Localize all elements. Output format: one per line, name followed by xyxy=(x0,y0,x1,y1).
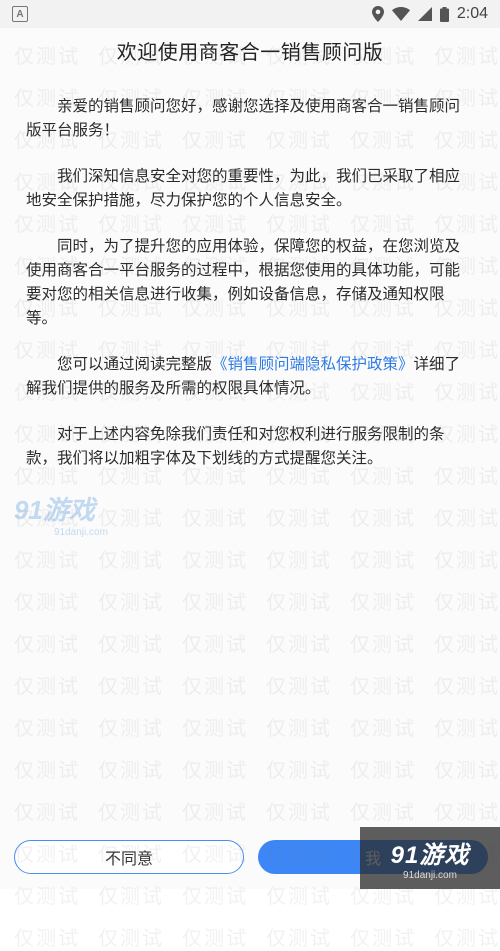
location-icon xyxy=(371,6,384,22)
agree-button[interactable]: 我 xyxy=(258,840,488,874)
watermark-text: 仅测试 xyxy=(266,926,332,950)
watermark-text: 仅测试 xyxy=(98,926,164,950)
notification-icon: A xyxy=(12,6,28,22)
privacy-dialog: 欢迎使用商客合一销售顾问版 亲爱的销售顾问您好，感谢您选择及使用商客合一销售顾问… xyxy=(0,28,500,889)
wifi-icon xyxy=(391,7,410,21)
privacy-policy-link[interactable]: 《销售顾问端隐私保护政策》 xyxy=(212,355,414,373)
clock-time: 2:04 xyxy=(456,5,488,22)
dialog-content[interactable]: 亲爱的销售顾问您好，感谢您选择及使用商客合一销售顾问版平台服务！ 我们深知信息安… xyxy=(26,94,474,492)
paragraph-security: 我们深知信息安全对您的重要性，为此，我们已采取了相应地安全保护措施，尽力保护您的… xyxy=(26,167,461,209)
watermark-text: 仅测试 xyxy=(350,926,416,950)
dialog-button-row: 不同意 我 xyxy=(0,840,500,889)
paragraph-greeting: 亲爱的销售顾问您好，感谢您选择及使用商客合一销售顾问版平台服务！ xyxy=(26,97,461,139)
status-bar-right: 2:04 xyxy=(371,5,488,23)
battery-icon xyxy=(439,6,449,22)
status-bar: A 2:04 xyxy=(0,0,500,28)
policy-text-before: 您可以通过阅读完整版 xyxy=(57,355,213,373)
paragraph-policy: 您可以通过阅读完整版《销售顾问端隐私保护政策》详细了解我们提供的服务及所需的权限… xyxy=(26,352,474,400)
paragraph-notice: 对于上述内容免除我们责任和对您权利进行服务限制的条款，我们将以加粗字体及下划线的… xyxy=(26,425,445,467)
dialog-title: 欢迎使用商客合一销售顾问版 xyxy=(116,40,384,64)
watermark-text: 仅测试 xyxy=(434,926,500,950)
watermark-text: 仅测试 xyxy=(182,926,248,950)
disagree-button[interactable]: 不同意 xyxy=(14,840,244,874)
status-bar-left: A xyxy=(12,6,28,22)
signal-icon xyxy=(417,7,432,21)
watermark-text: 仅测试 xyxy=(14,926,80,950)
paragraph-permissions: 同时，为了提升您的应用体验，保障您的权益，在您浏览及使用商客合一平台服务的过程中… xyxy=(26,237,461,327)
